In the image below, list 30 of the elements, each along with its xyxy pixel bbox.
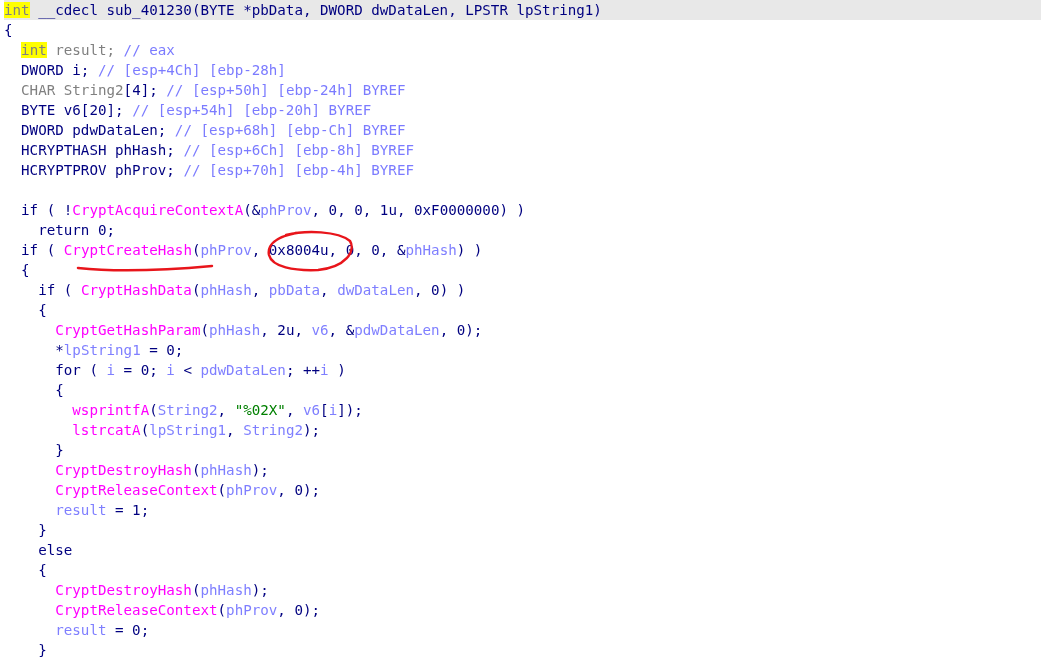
code-line: return 0; (37, 221, 116, 240)
code-line: wsprintfA(String2, "%02X", v6[i]); (71, 401, 363, 420)
code-line: { (37, 301, 47, 320)
code-line: { (20, 261, 30, 280)
code-line: CryptDestroyHash(phHash); (54, 461, 269, 480)
code-line: CryptDestroyHash(phHash); (54, 581, 269, 600)
code-line: { (37, 561, 47, 580)
code-line: } (54, 441, 64, 460)
code-line: lstrcatA(lpString1, String2); (71, 421, 321, 440)
code-line: int result; // eax (20, 41, 175, 60)
code-line: CryptGetHashParam(phHash, 2u, v6, &pdwDataLen, 0); (54, 321, 483, 340)
code-line: result = 1; (54, 501, 150, 520)
code-line: result = 0; (54, 621, 150, 640)
code-line: CryptReleaseContext(phProv, 0); (54, 601, 321, 620)
code-line: CryptReleaseContext(phProv, 0); (54, 481, 321, 500)
code-line: else (37, 541, 73, 560)
code-line: *lpString1 = 0; (54, 341, 184, 360)
code-line: HCRYPTHASH phHash; // [esp+6Ch] [ebp-8h] BYREF (20, 141, 414, 160)
code-line: HCRYPTPROV phProv; // [esp+70h] [ebp-4h] BYREF (20, 161, 414, 180)
code-line: } (37, 521, 47, 540)
code-line: for ( i = 0; i < pdwDataLen; ++i ) (54, 361, 346, 380)
code-line: { (54, 381, 64, 400)
code-line: if ( CryptHashData(phHash, pbData, dwDataLen, 0) ) (37, 281, 466, 300)
code-line: CHAR String2[4]; // [esp+50h] [ebp-24h] BYREF (20, 81, 406, 100)
code-line: if ( !CryptAcquireContextA(&phProv, 0, 0, 1u, 0xF0000000) ) (20, 201, 526, 220)
code-line: { (4, 21, 13, 40)
code-line: DWORD i; // [esp+4Ch] [ebp-28h] (20, 61, 286, 80)
code-line: BYTE v6[20]; // [esp+54h] [ebp-20h] BYREF (20, 101, 372, 120)
code-line: } (37, 641, 47, 660)
code-line: DWORD pdwDataLen; // [esp+68h] [ebp-Ch] BYREF (20, 121, 406, 140)
